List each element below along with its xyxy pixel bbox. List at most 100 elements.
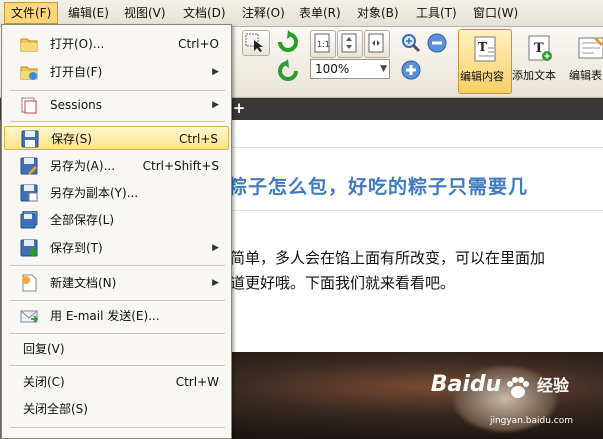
menu-item-label: 保存到(T) xyxy=(50,241,103,255)
menu-separator xyxy=(10,90,225,92)
save-as-icon xyxy=(20,157,38,175)
submenu-arrow-icon: ▶ xyxy=(212,243,219,253)
menu-object[interactable]: 对象(B) xyxy=(351,3,405,23)
menu-item-save[interactable]: 保存(S) Ctrl+S xyxy=(4,126,229,150)
menu-item-label: 关闭全部(S) xyxy=(23,402,88,416)
zoom-out-button[interactable] xyxy=(426,32,448,57)
rotate-ccw-icon xyxy=(278,59,298,81)
menu-item-save-all[interactable]: 全部保存(L) xyxy=(4,208,229,232)
add-text-label: 添加文本 xyxy=(512,69,556,82)
menu-item-close[interactable]: 关闭(C) Ctrl+W xyxy=(4,370,229,394)
body-text-line: 简单，多人会在馅上面有所改变，可以在里面加 xyxy=(230,249,546,267)
menu-separator xyxy=(10,121,225,123)
menu-item-shortcut: Ctrl+Shift+S xyxy=(142,159,219,173)
menu-item-label: 关闭(C) xyxy=(23,375,65,389)
menu-view[interactable]: 视图(V) xyxy=(118,3,172,23)
menu-item-revert[interactable]: 回复(V) xyxy=(4,337,229,361)
menu-item-label: 另存为副本(Y)... xyxy=(50,186,139,200)
menu-item-new-document[interactable]: 新建文档(N) ▶ xyxy=(4,271,229,295)
file-menu-dropdown: 打开(O)... Ctrl+O 打开自(F) ▶ Sessions ▶ 保存(S… xyxy=(1,24,232,439)
floppy-disk-icon xyxy=(21,130,39,148)
paw-icon xyxy=(507,376,530,398)
add-text-icon: T xyxy=(528,35,552,61)
menu-item-shortcut: Ctrl+O xyxy=(178,37,219,51)
baidu-jingyan-watermark: Baidu 经验 xyxy=(431,372,569,399)
fit-page-icon xyxy=(341,33,357,53)
menu-item-save-as[interactable]: 另存为(A)... Ctrl+Shift+S xyxy=(4,154,229,178)
watermark-jingyan: 经验 xyxy=(536,376,569,395)
menu-bar: 文件(F) 编辑(E) 视图(V) 文档(D) 注释(O) 表单(R) 对象(B… xyxy=(0,0,603,27)
menu-separator xyxy=(10,365,225,367)
watermark-url: jingyan.baidu.com xyxy=(489,416,573,426)
new-tab-button[interactable]: + xyxy=(231,100,247,116)
menu-item-save-to[interactable]: 保存到(T) ▶ xyxy=(4,236,229,260)
edit-form-label: 编辑表 xyxy=(569,69,602,82)
menu-item-label: 打开自(F) xyxy=(50,65,103,79)
zoom-select[interactable]: 100% ▼ xyxy=(310,59,390,79)
menu-comment[interactable]: 注释(O) xyxy=(236,3,291,23)
rotate-clockwise-button[interactable] xyxy=(276,30,300,57)
menu-document[interactable]: 文档(D) xyxy=(177,3,232,23)
menu-edit[interactable]: 编辑(E) xyxy=(62,3,115,23)
actual-size-icon: 1:1 xyxy=(314,33,330,53)
sessions-icon xyxy=(21,97,37,114)
menu-item-shortcut: Ctrl+W xyxy=(175,375,219,389)
email-icon xyxy=(20,310,38,323)
menu-separator xyxy=(10,265,225,267)
menu-item-save-copy[interactable]: 另存为副本(Y)... xyxy=(4,181,229,205)
zoom-out-icon xyxy=(427,33,447,53)
rotate-cw-icon xyxy=(278,30,298,52)
menu-item-open-from[interactable]: 打开自(F) ▶ xyxy=(4,60,229,84)
menu-item-label: Sessions xyxy=(50,98,103,112)
magnifier-icon xyxy=(402,34,421,53)
new-document-icon xyxy=(22,274,37,292)
menu-item-label: 保存(S) xyxy=(51,132,92,146)
menu-window[interactable]: 窗口(W) xyxy=(467,3,524,23)
zoom-value: 100% xyxy=(315,62,350,76)
svg-text:T: T xyxy=(534,41,544,56)
menu-tools[interactable]: 工具(T) xyxy=(410,3,463,23)
save-copy-icon xyxy=(20,184,38,202)
chevron-down-icon: ▼ xyxy=(380,64,387,74)
menu-form[interactable]: 表单(R) xyxy=(293,3,347,23)
edit-content-icon: T xyxy=(474,36,496,62)
menu-item-sessions[interactable]: Sessions ▶ xyxy=(4,93,229,117)
svg-text:T: T xyxy=(478,40,487,54)
menu-item-send-email[interactable]: 用 E-mail 发送(E)... xyxy=(4,304,229,328)
menu-item-close-all[interactable]: 关闭全部(S) xyxy=(4,397,229,421)
submenu-arrow-icon: ▶ xyxy=(212,278,219,288)
fit-page-button[interactable] xyxy=(337,30,363,58)
actual-size-button[interactable]: 1:1 xyxy=(310,30,336,58)
menu-item-open[interactable]: 打开(O)... Ctrl+O xyxy=(4,32,229,56)
fit-width-icon xyxy=(368,33,384,53)
menu-item-label: 打开(O)... xyxy=(50,37,105,51)
menu-separator xyxy=(10,427,225,429)
menu-separator xyxy=(10,333,225,335)
menu-file[interactable]: 文件(F) xyxy=(4,2,59,24)
edit-content-label: 编辑内容 xyxy=(460,70,504,83)
svg-text:1:1: 1:1 xyxy=(317,40,330,49)
menu-item-label: 全部保存(L) xyxy=(50,213,115,227)
menu-item-label: 另存为(A)... xyxy=(50,159,116,173)
cursor-select-icon xyxy=(245,33,263,52)
menu-item-shortcut: Ctrl+S xyxy=(178,132,218,146)
zoom-in-icon xyxy=(401,60,421,80)
edit-content-button[interactable]: T 编辑内容 xyxy=(458,29,512,94)
menu-item-label: 用 E-mail 发送(E)... xyxy=(50,309,160,323)
watermark-brand: Baidu xyxy=(430,372,502,397)
add-text-button[interactable]: T 添加文本 xyxy=(512,29,564,92)
fit-width-button[interactable] xyxy=(364,30,390,58)
menu-item-label: 回复(V) xyxy=(23,342,65,356)
folder-open-icon xyxy=(20,38,38,52)
edit-form-icon xyxy=(578,37,603,59)
select-tool-button[interactable] xyxy=(242,30,270,56)
submenu-arrow-icon: ▶ xyxy=(212,67,219,77)
menu-separator xyxy=(10,300,225,302)
submenu-arrow-icon: ▶ xyxy=(212,100,219,110)
rotate-counterclockwise-button[interactable] xyxy=(276,59,300,86)
zoom-tool-button[interactable] xyxy=(400,32,422,57)
save-to-icon xyxy=(20,239,38,257)
menu-item-label: 新建文档(N) xyxy=(50,276,117,290)
edit-form-button[interactable]: 编辑表 xyxy=(566,29,603,92)
zoom-in-button[interactable] xyxy=(400,59,422,84)
